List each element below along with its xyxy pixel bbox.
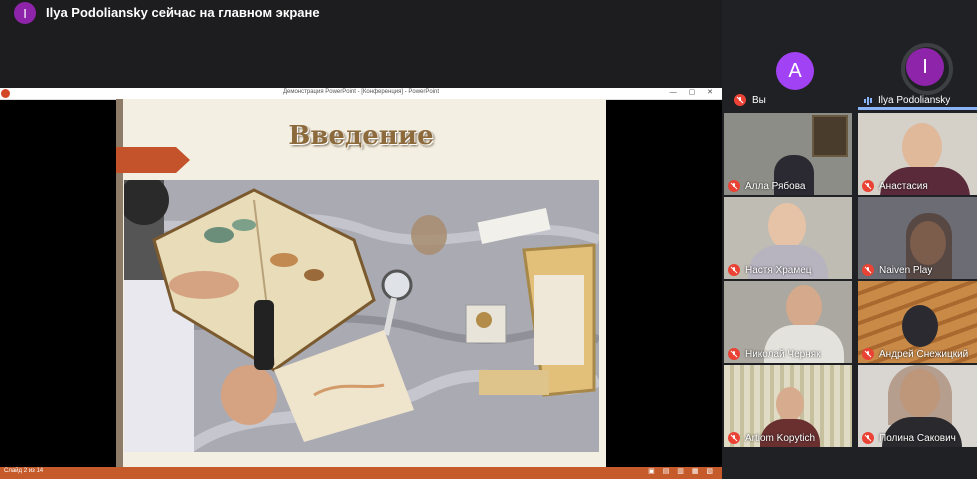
video-tile[interactable]: Naiven Play: [858, 197, 977, 279]
video-tile[interactable]: Настя Храмец: [724, 197, 852, 279]
speaking-indicator-icon: [864, 96, 872, 105]
video-tile[interactable]: Алла Рябова: [724, 113, 852, 195]
video-tile[interactable]: Полина Сакович: [858, 365, 977, 447]
participant-face: [902, 123, 942, 171]
participant-name: Анастасия: [879, 180, 928, 192]
self-name-row: Вы: [734, 94, 766, 106]
presenter-avatar: I: [14, 2, 36, 24]
participant-name: Настя Храмец: [745, 264, 812, 276]
video-tile-name-row: Анастасия: [862, 180, 928, 192]
mic-off-icon: [728, 264, 740, 276]
manuscript-photo: [124, 180, 599, 452]
mic-off-icon: [862, 180, 874, 192]
participant-name: Полина Сакович: [879, 432, 956, 444]
participant-name: Алла Рябова: [745, 180, 806, 192]
speaker-avatar: I: [906, 48, 944, 86]
mic-off-icon: [734, 94, 746, 106]
active-speaker-underline: [858, 107, 977, 110]
participant-name: Николай Черняк: [745, 348, 821, 360]
video-tile[interactable]: Artiom Kopytich: [724, 365, 852, 447]
presentation-slide: Введение: [116, 99, 606, 467]
mic-off-icon: [862, 432, 874, 444]
participant-face: [768, 203, 806, 249]
active-speaker-tile[interactable]: I Ilya Podoliansky: [858, 40, 977, 110]
mic-off-icon: [862, 264, 874, 276]
video-tile-name-row: Naiven Play: [862, 264, 932, 276]
mic-off-icon: [728, 432, 740, 444]
slide-arrow-decor: [116, 147, 190, 173]
participant-name: Naiven Play: [879, 264, 933, 276]
view-mode-icons[interactable]: ▣ ▤ ▥ ▦ ▧: [648, 467, 716, 475]
participant-name: Artiom Kopytich: [745, 432, 816, 444]
video-tile-name-row: Николай Черняк: [728, 348, 821, 360]
video-tile-name-row: Artiom Kopytich: [728, 432, 815, 444]
mic-off-icon: [728, 180, 740, 192]
video-tile-name-row: Андрей Снежицкий: [862, 348, 968, 360]
window-title: Демонстрация PowerPoint - [Конференция] …: [282, 89, 440, 95]
video-tile[interactable]: Анастасия: [858, 113, 977, 195]
presenting-banner-text: Ilya Podoliansky сейчас на главном экран…: [46, 5, 320, 20]
speaker-name: Ilya Podoliansky: [878, 95, 951, 106]
video-tile-name-row: Полина Сакович: [862, 432, 956, 444]
self-avatar: A: [776, 52, 814, 90]
presenting-banner: I Ilya Podoliansky сейчас на главном экр…: [0, 0, 722, 88]
slide-counter: Слайд 2 из 14: [4, 468, 44, 474]
window-controls: — ▢ ✕: [669, 89, 718, 96]
video-tile-name-row: Алла Рябова: [728, 180, 805, 192]
self-name: Вы: [752, 94, 766, 106]
speaker-name-row: Ilya Podoliansky: [864, 95, 950, 106]
participant-name: Андрей Снежицкий: [879, 348, 969, 360]
wall-portrait: [812, 115, 848, 157]
video-tile-name-row: Настя Храмец: [728, 264, 812, 276]
participant-face: [776, 387, 804, 421]
video-tile[interactable]: Андрей Снежицкий: [858, 281, 977, 363]
video-tile[interactable]: Николай Черняк: [724, 281, 852, 363]
mic-off-icon: [862, 348, 874, 360]
powerpoint-statusbar: Слайд 2 из 14 ▣ ▤ ▥ ▦ ▧: [0, 467, 722, 479]
self-tile[interactable]: A Вы: [728, 40, 856, 110]
mic-off-icon: [728, 348, 740, 360]
participant-face: [786, 285, 822, 329]
shared-screen[interactable]: Демонстрация PowerPoint - [Конференция] …: [0, 88, 722, 479]
participant-figure: [902, 305, 938, 347]
participant-hair: [888, 365, 952, 425]
